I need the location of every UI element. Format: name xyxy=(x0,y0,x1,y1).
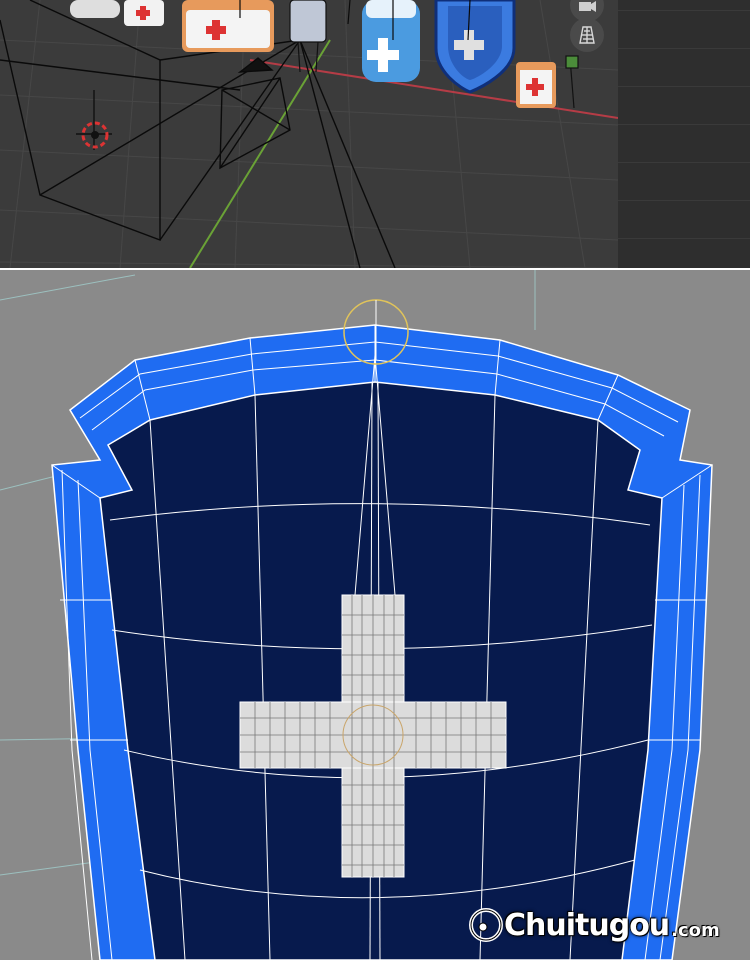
shield-mesh-canvas[interactable] xyxy=(0,270,750,960)
viewport-overview[interactable] xyxy=(0,0,750,268)
prop-robot-figure[interactable] xyxy=(289,0,327,73)
prop-bottle-blue[interactable] xyxy=(362,0,420,82)
camera-object-icon[interactable] xyxy=(219,57,291,170)
prop-medkit-orange[interactable] xyxy=(182,0,274,52)
grid-icon[interactable] xyxy=(570,18,604,52)
x-axis-line xyxy=(249,59,619,119)
watermark-domain: .com xyxy=(671,919,720,941)
watermark-brand: Chuitugou xyxy=(504,907,670,943)
prop-shield-blue[interactable] xyxy=(434,0,516,94)
prop-medkit-small[interactable] xyxy=(516,62,556,108)
watermark-logo-icon xyxy=(469,908,503,942)
properties-sidebar[interactable] xyxy=(618,0,750,268)
prop-empty-marker[interactable] xyxy=(565,55,579,109)
prop-box-white[interactable] xyxy=(124,0,164,26)
prop-jar[interactable] xyxy=(70,0,120,18)
perspective-grid-glyph-icon xyxy=(579,26,595,44)
edit-mode-viewport[interactable] xyxy=(0,270,750,960)
watermark: Chuitugou .com xyxy=(468,895,720,955)
